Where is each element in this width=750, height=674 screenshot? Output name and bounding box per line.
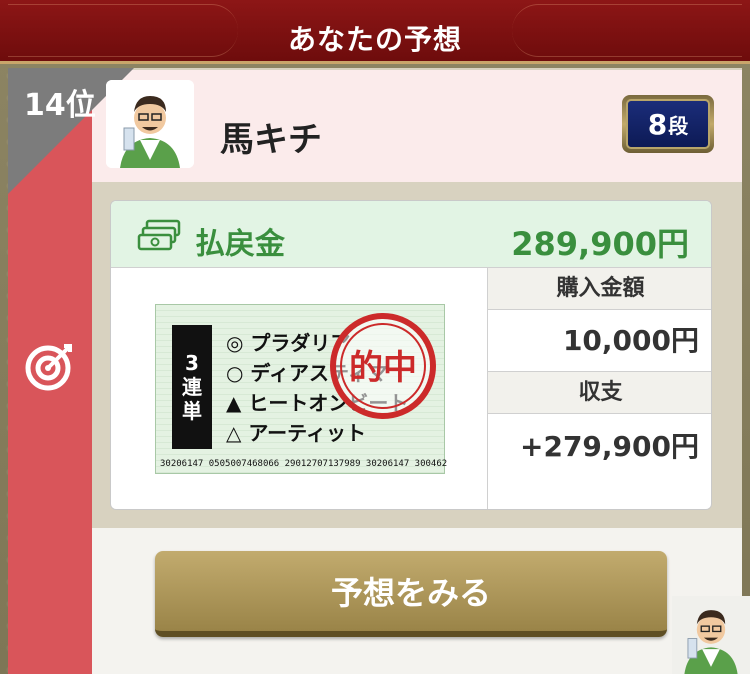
user-name[interactable]: 馬キチ <box>220 112 322 161</box>
dan-unit: 段 <box>668 113 689 138</box>
ticket-serial: 30206147 0505007468066 29012707137989 30… <box>160 459 448 469</box>
result-panel: 払戻金 289,900円 3 連 単 ◎ プラダリア ○ ディアスティマ ▲ ヒ… <box>110 200 712 510</box>
page-title: あなたの予想 <box>287 23 462 56</box>
money-stack-icon <box>137 219 181 251</box>
avatar-illustration <box>106 80 194 168</box>
target-icon <box>24 340 76 392</box>
ticket-horse-4: △ アーティット <box>226 421 366 445</box>
dan-number: 8 <box>647 107 668 141</box>
purchase-label: 購入金額 <box>488 268 711 310</box>
view-prediction-button[interactable]: 予想をみる <box>155 551 667 637</box>
purchase-value: 10,000円 <box>488 310 711 372</box>
avatar[interactable] <box>106 80 194 168</box>
ticket-type: 3 連 単 <box>172 325 212 449</box>
betting-ticket: 3 連 単 ◎ プラダリア ○ ディアスティマ ▲ ヒートオンビート △ アーテ… <box>155 304 448 474</box>
balance-value: +279,900円 <box>488 414 711 480</box>
payout-label: 払戻金 <box>195 227 285 262</box>
rank-label: 14位 <box>24 88 96 123</box>
payout-bar: 払戻金 289,900円 <box>111 201 711 268</box>
avatar-illustration-small <box>672 596 750 674</box>
corner-avatar[interactable] <box>672 596 750 674</box>
hit-stamp-icon: 的中 <box>330 313 436 419</box>
page-header: あなたの予想 <box>0 0 750 64</box>
dan-badge: 8段 <box>622 95 714 153</box>
balance-label: 収支 <box>488 372 711 414</box>
hit-stamp-text: 的中 <box>349 348 417 388</box>
payout-value: 289,900円 <box>511 225 689 263</box>
